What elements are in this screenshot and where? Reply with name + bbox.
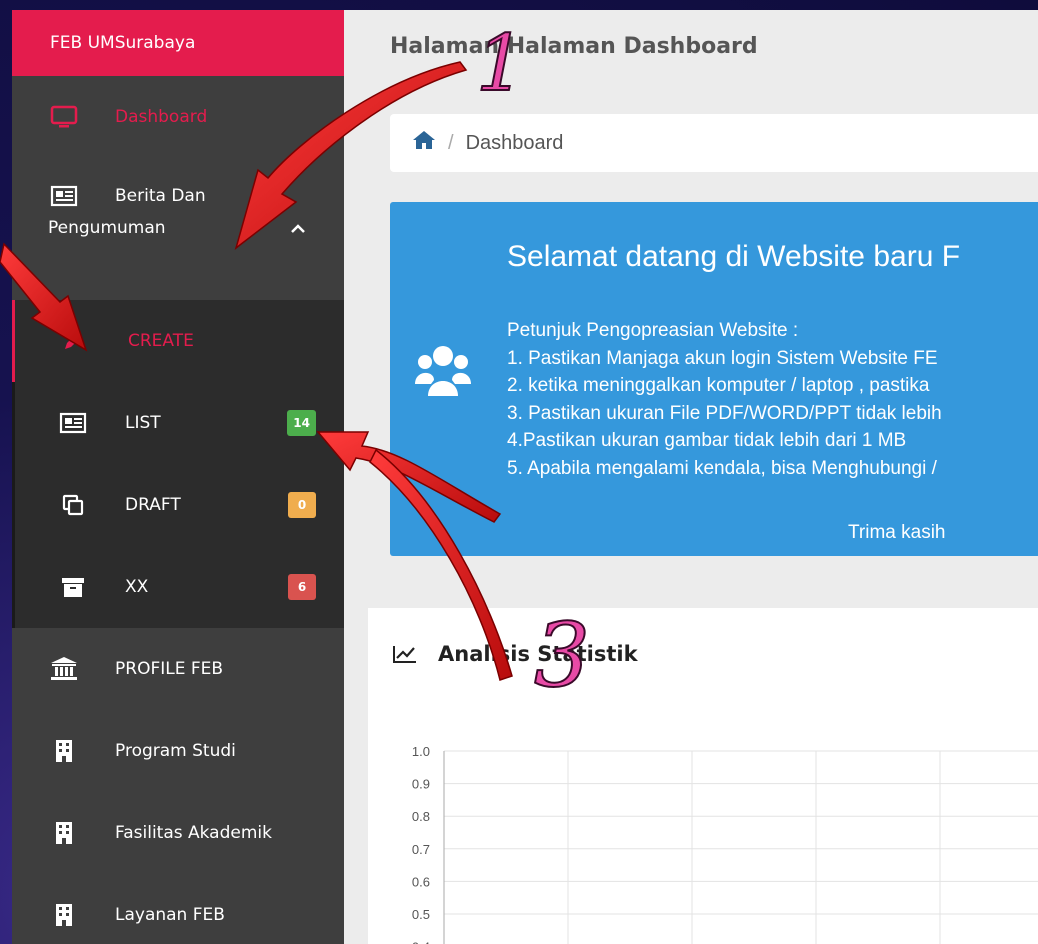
sidebar-item-label: Dashboard <box>115 107 208 127</box>
submenu-item-label: XX <box>125 577 149 597</box>
main-content: Halaman Halaman Dashboard / Dashboard Se… <box>344 10 1038 944</box>
building-icon <box>50 821 78 845</box>
submenu-item-label: CREATE <box>128 331 194 351</box>
instruction-line: 5. Apabila mengalami kendala, bisa Mengh… <box>507 457 937 479</box>
chevron-up-icon[interactable] <box>290 220 306 239</box>
submenu-item-label: LIST <box>125 413 161 433</box>
building-icon <box>50 739 78 763</box>
instructions: Petunjuk Pengopreasian Website : 1. Past… <box>507 317 942 482</box>
sidebar-item-label: Layanan FEB <box>115 905 225 925</box>
y-tick-label: 1.0 <box>412 744 430 759</box>
home-icon[interactable] <box>412 130 436 156</box>
stats-panel: Analisis Statistik 1.00.90.80.70.60.50.4 <box>368 608 1038 944</box>
sidebar-item-profile-feb[interactable]: PROFILE FEB <box>12 628 344 710</box>
pencil-icon <box>59 329 87 353</box>
sidebar-item-label: Program Studi <box>115 741 236 761</box>
newspaper-icon <box>59 411 87 435</box>
brand-logo[interactable]: FEB UMSurabaya <box>12 10 344 76</box>
building-icon <box>50 903 78 927</box>
breadcrumb-separator: / <box>448 131 454 154</box>
sidebar-item-fasilitas-akademik[interactable]: Fasilitas Akademik <box>12 792 344 874</box>
submenu-item-list[interactable]: LIST 14 <box>15 382 344 464</box>
y-tick-label: 0.7 <box>412 842 430 857</box>
instruction-line: 2. ketika meninggalkan komputer / laptop… <box>507 375 930 396</box>
institution-icon <box>50 657 78 681</box>
welcome-heading: Selamat datang di Website baru F <box>507 240 961 273</box>
thanks-text: Trima kasih <box>848 522 946 543</box>
newspaper-icon <box>50 184 78 208</box>
submenu-berita: CREATE LIST 14 DRAFT 0 XX 6 <box>12 300 344 628</box>
statistics-chart: 1.0 0.9 0.8 0.7 0.6 0.5 0.4 <box>412 744 1038 944</box>
sidebar-item-label: Fasilitas Akademik <box>115 823 272 843</box>
count-badge: 0 <box>288 492 316 518</box>
screenshot-frame: FEB UMSurabaya Dashboard Berita Dan Peng… <box>0 0 1038 944</box>
instruction-line: 3. Pastikan ukuran File PDF/WORD/PPT tid… <box>507 402 942 424</box>
count-badge: 14 <box>287 410 316 436</box>
breadcrumb-current: Dashboard <box>465 131 564 154</box>
y-tick-label: 0.6 <box>412 874 430 889</box>
submenu-item-xx[interactable]: XX 6 <box>15 546 344 628</box>
welcome-banner: Selamat datang di Website baru F Petunju… <box>390 202 1038 556</box>
breadcrumb: / Dashboard <box>390 114 1038 172</box>
submenu-item-create[interactable]: CREATE <box>12 300 344 382</box>
sidebar-item-layanan-feb[interactable]: Layanan FEB <box>12 874 344 944</box>
count-badge: 6 <box>288 574 316 600</box>
y-tick-label: 0.5 <box>412 907 430 922</box>
instruction-line: 1. Pastikan Manjaga akun login Sistem We… <box>507 347 938 369</box>
instruction-line: Petunjuk Pengopreasian Website : <box>507 320 799 341</box>
page-title: Halaman Halaman Dashboard <box>390 34 758 59</box>
sidebar-item-dashboard[interactable]: Dashboard <box>12 76 344 158</box>
sidebar: FEB UMSurabaya Dashboard Berita Dan Peng… <box>12 10 344 944</box>
sidebar-item-label: Pengumuman <box>48 218 166 238</box>
submenu-item-label: DRAFT <box>125 495 181 515</box>
submenu-item-draft[interactable]: DRAFT 0 <box>15 464 344 546</box>
sidebar-item-berita[interactable]: Berita Dan Pengumuman <box>12 158 344 300</box>
sidebar-item-label: Berita Dan <box>115 186 206 206</box>
archive-icon <box>59 575 87 599</box>
instruction-line: 4.Pastikan ukuran gambar tidak lebih dar… <box>507 430 907 451</box>
sidebar-item-label: PROFILE FEB <box>115 659 224 679</box>
users-icon <box>414 342 472 403</box>
y-tick-label: 0.9 <box>412 777 430 792</box>
copy-icon <box>59 493 87 517</box>
monitor-icon <box>50 105 78 129</box>
sidebar-item-program-studi[interactable]: Program Studi <box>12 710 344 792</box>
y-tick-label: 0.4 <box>412 940 430 944</box>
y-tick-label: 0.8 <box>412 809 430 824</box>
